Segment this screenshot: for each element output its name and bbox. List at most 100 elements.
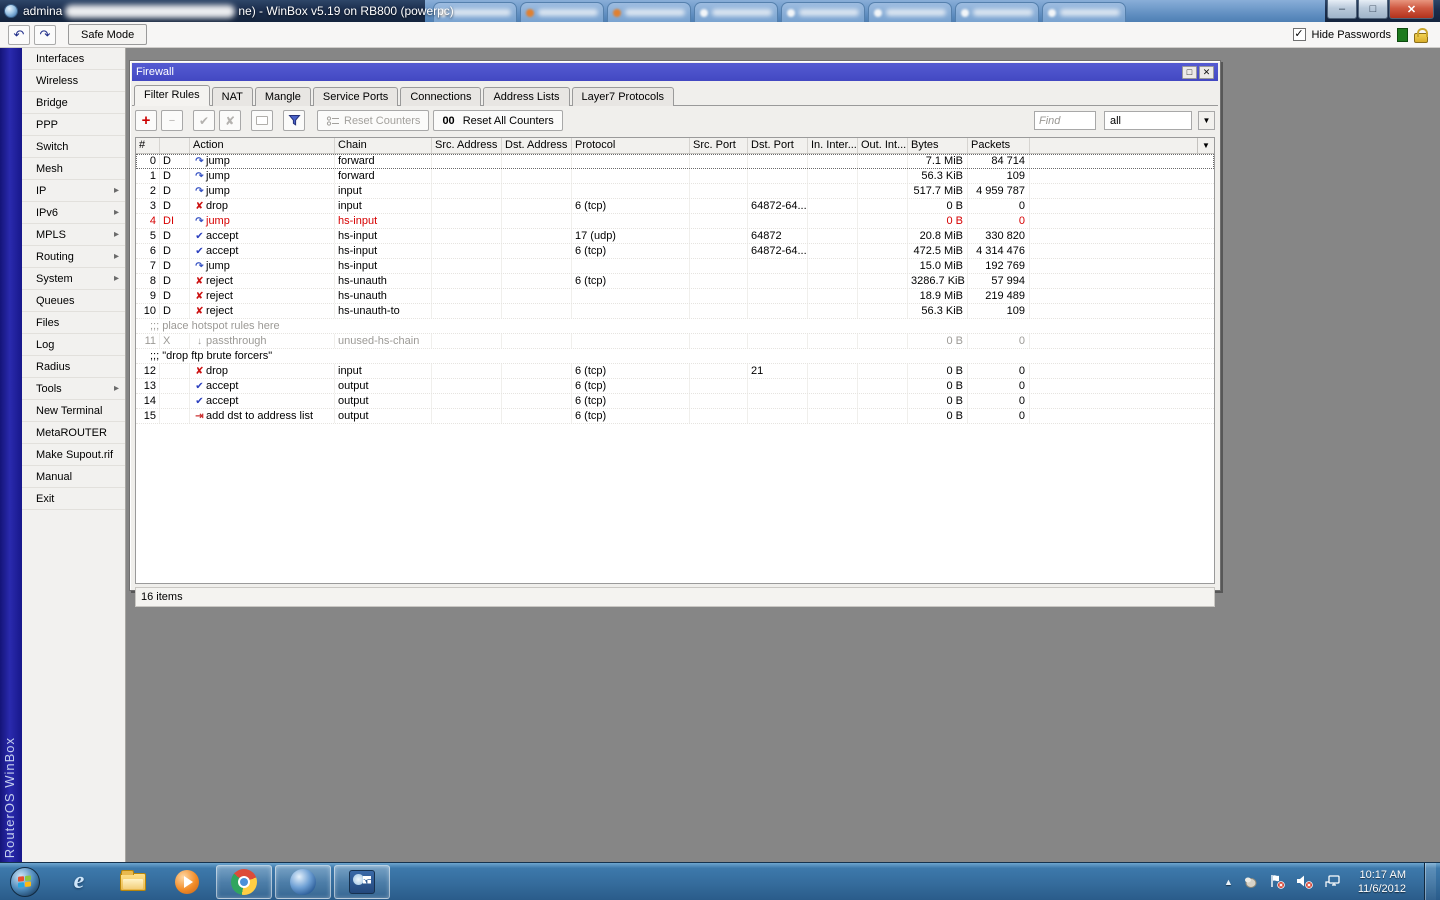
column-header-chain[interactable]: Chain: [335, 138, 432, 153]
sidebar-item-tools[interactable]: Tools ▸: [22, 378, 125, 400]
table-row[interactable]: 8 D ✘ reject hs-unauth 6 (tcp) 3286.7 KiB 57 99…: [136, 274, 1214, 289]
taskbar-chrome-button[interactable]: [216, 864, 272, 899]
tab-address-lists[interactable]: Address Lists: [483, 87, 570, 106]
maximize-button[interactable]: □: [1358, 0, 1388, 19]
table-row[interactable]: 12 ✘ drop input 6 (tcp) 21 0 B0: [136, 364, 1214, 379]
table-row[interactable]: 13 ✔ accept output 6 (tcp) 0 B0: [136, 379, 1214, 394]
sidebar-item-log[interactable]: Log: [22, 334, 125, 356]
add-rule-button[interactable]: +: [135, 110, 157, 131]
sidebar-item-manual[interactable]: Manual: [22, 466, 125, 488]
window-titlebar[interactable]: admina ne) - WinBox v5.19 on RB800 (powe…: [0, 0, 1440, 22]
device-tray-icon[interactable]: [1243, 875, 1259, 889]
table-row[interactable]: 6 D ✔ accept hs-input 6 (tcp) 64872-64... 472.5…: [136, 244, 1214, 259]
sidebar-item-make-supout-rif[interactable]: Make Supout.rif: [22, 444, 125, 466]
sidebar-item-queues[interactable]: Queues: [22, 290, 125, 312]
undo-button[interactable]: ↶: [8, 24, 30, 45]
taskbar-media-player-button[interactable]: [162, 865, 212, 899]
disable-rule-button[interactable]: ✘: [219, 110, 241, 131]
background-browser-tab[interactable]: [607, 2, 691, 22]
background-browser-tab[interactable]: [868, 2, 952, 22]
table-row[interactable]: 4 DI ↷ jump hs-input 0 B0: [136, 214, 1214, 229]
sidebar-item-interfaces[interactable]: Interfaces: [22, 48, 125, 70]
sidebar-item-wireless[interactable]: Wireless: [22, 70, 125, 92]
taskbar-winbox-button[interactable]: [275, 864, 331, 899]
sidebar-item-exit[interactable]: Exit: [22, 488, 125, 510]
column-header-dst-address[interactable]: Dst. Address: [502, 138, 572, 153]
comment-button[interactable]: [251, 110, 273, 131]
column-header-src-port[interactable]: Src. Port: [690, 138, 748, 153]
tab-connections[interactable]: Connections: [400, 87, 482, 106]
taskbar-internet-explorer-button[interactable]: e: [54, 865, 104, 899]
sidebar-item-system[interactable]: System ▸: [22, 268, 125, 290]
safe-mode-button[interactable]: Safe Mode: [68, 24, 148, 45]
reset-all-counters-button[interactable]: 00 Reset All Counters: [433, 110, 563, 131]
table-row[interactable]: 7 D ↷ jump hs-input 15.0 MiB 192 769: [136, 259, 1214, 274]
show-hidden-icons-button[interactable]: ▲: [1224, 877, 1233, 887]
sidebar-item-bridge[interactable]: Bridge: [22, 92, 125, 114]
sidebar-item-ppp[interactable]: PPP: [22, 114, 125, 136]
firewall-close-button[interactable]: ✕: [1199, 65, 1214, 79]
sidebar-item-new-terminal[interactable]: New Terminal: [22, 400, 125, 422]
column-header-in-inter[interactable]: In. Inter...: [808, 138, 858, 153]
find-input[interactable]: [1034, 111, 1096, 130]
table-row[interactable]: 0 D ↷ jump forward 7.1 MiB 84 714: [136, 154, 1214, 169]
table-row[interactable]: 14 ✔ accept output 6 (tcp) 0 B0: [136, 394, 1214, 409]
background-browser-tab[interactable]: [955, 2, 1039, 22]
comment-row[interactable]: ;;; place hotspot rules here: [136, 319, 1214, 334]
taskbar-clock[interactable]: 10:17 AM 11/6/2012: [1358, 868, 1406, 896]
sidebar-item-ipv6[interactable]: IPv6 ▸: [22, 202, 125, 224]
column-header-protocol[interactable]: Protocol: [572, 138, 690, 153]
start-button[interactable]: [10, 866, 40, 897]
firewall-titlebar[interactable]: Firewall □ ✕: [132, 63, 1218, 81]
sidebar-item-files[interactable]: Files: [22, 312, 125, 334]
background-browser-tab[interactable]: [781, 2, 865, 22]
reset-counters-button[interactable]: Reset Counters: [317, 110, 430, 131]
network-icon[interactable]: [1324, 874, 1342, 889]
taskbar-app-button[interactable]: [334, 864, 390, 899]
firewall-maximize-button[interactable]: □: [1182, 65, 1197, 79]
comment-row[interactable]: ;;; "drop ftp brute forcers": [136, 349, 1214, 364]
tab-nat[interactable]: NAT: [211, 87, 253, 106]
redo-button[interactable]: ↷: [34, 24, 56, 45]
sidebar-item-mesh[interactable]: Mesh: [22, 158, 125, 180]
chain-filter-dropdown-button[interactable]: ▼: [1198, 111, 1215, 130]
column-header-packets[interactable]: Packets: [968, 138, 1030, 153]
filter-button[interactable]: [283, 110, 305, 131]
chain-filter-combo[interactable]: all: [1104, 111, 1192, 130]
column-header-out-int[interactable]: Out. Int...: [858, 138, 908, 153]
sidebar-item-mpls[interactable]: MPLS ▸: [22, 224, 125, 246]
minimize-button[interactable]: –: [1327, 0, 1357, 19]
sidebar-item-metarouter[interactable]: MetaROUTER: [22, 422, 125, 444]
table-row[interactable]: 2 D ↷ jump input 517.7 MiB 4 959 787: [136, 184, 1214, 199]
column-select-button[interactable]: ▼: [1197, 138, 1214, 154]
table-row[interactable]: 1 D ↷ jump forward 56.3 KiB 109: [136, 169, 1214, 184]
sidebar-item-switch[interactable]: Switch: [22, 136, 125, 158]
table-row[interactable]: 15 ⇥ add dst to address list output 6 (tcp) 0…: [136, 409, 1214, 424]
table-row[interactable]: 11 X ↓ passthrough unused-hs-chain 0 B0: [136, 334, 1214, 349]
remove-rule-button[interactable]: −: [161, 110, 183, 131]
background-browser-tab[interactable]: [520, 2, 604, 22]
hide-passwords-checkbox[interactable]: ✓: [1292, 28, 1306, 41]
column-header-src-address[interactable]: Src. Address: [432, 138, 502, 153]
sidebar-item-routing[interactable]: Routing ▸: [22, 246, 125, 268]
show-desktop-button[interactable]: [1424, 862, 1436, 900]
column-header-bytes[interactable]: Bytes: [908, 138, 968, 153]
table-row[interactable]: 5 D ✔ accept hs-input 17 (udp) 64872 20.8 MiB 33…: [136, 229, 1214, 244]
background-browser-tab[interactable]: [694, 2, 778, 22]
close-button[interactable]: ✕: [1389, 0, 1434, 19]
tab-mangle[interactable]: Mangle: [254, 87, 311, 106]
table-row[interactable]: 10 D ✘ reject hs-unauth-to 56.3 KiB 109: [136, 304, 1214, 319]
action-center-flag-icon[interactable]: [1269, 874, 1286, 889]
enable-rule-button[interactable]: ✔: [193, 110, 215, 131]
column-header-action[interactable]: Action: [190, 138, 335, 153]
tab-service-ports[interactable]: Service Ports: [312, 87, 399, 106]
column-header-flags[interactable]: [160, 138, 190, 153]
table-row[interactable]: 9 D ✘ reject hs-unauth 18.9 MiB 219 489: [136, 289, 1214, 304]
sidebar-item-radius[interactable]: Radius: [22, 356, 125, 378]
tab-filter-rules[interactable]: Filter Rules: [134, 85, 210, 106]
column-header-flags[interactable]: #: [136, 138, 160, 153]
taskbar-explorer-button[interactable]: [108, 865, 158, 899]
table-row[interactable]: 3 D ✘ drop input 6 (tcp) 64872-64... 0 B0: [136, 199, 1214, 214]
volume-muted-icon[interactable]: [1296, 874, 1314, 889]
background-browser-tab[interactable]: [1042, 2, 1126, 22]
